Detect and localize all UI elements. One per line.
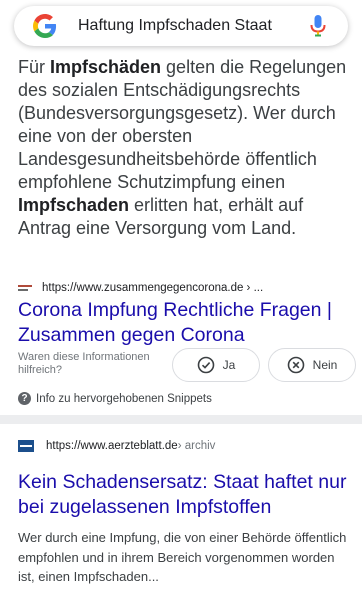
result1-source[interactable]: https://www.zusammengegencorona.de › ... bbox=[18, 282, 263, 294]
result2-title-link[interactable]: Kein Schadensersatz: Staat haftet nur be… bbox=[18, 470, 348, 520]
result2-source[interactable]: https://www.aerzteblatt.de › archiv bbox=[18, 440, 215, 452]
result1-url[interactable]: https://www.zusammengegencorona.de › ... bbox=[42, 282, 263, 294]
result-divider bbox=[0, 415, 362, 424]
result2-path: › archiv bbox=[177, 440, 216, 452]
search-input[interactable]: Haftung Impfschaden Staat bbox=[78, 17, 306, 35]
result2-url[interactable]: https://www.aerzteblatt.de bbox=[46, 440, 178, 452]
check-circle-icon bbox=[197, 356, 214, 374]
feedback-yes-label: Ja bbox=[222, 358, 236, 372]
featured-snippet-text: Für Impfschäden gelten die Regelungen de… bbox=[18, 57, 347, 238]
highlight-term: Impfschäden bbox=[50, 57, 162, 77]
snippet-info-link[interactable]: ? Info zu hervorgehobenen Snippets bbox=[18, 392, 212, 405]
result2-description: Wer durch eine Impfung, die von einer Be… bbox=[18, 530, 347, 584]
google-logo-icon[interactable] bbox=[32, 13, 58, 39]
feedback-no-label: Nein bbox=[312, 358, 338, 372]
feedback-no-button[interactable]: Nein bbox=[268, 348, 356, 382]
search-bar[interactable]: Haftung Impfschaden Staat bbox=[14, 6, 348, 46]
feedback-yes-button[interactable]: Ja bbox=[172, 348, 260, 382]
microphone-icon[interactable] bbox=[306, 14, 330, 38]
result1-title-link[interactable]: Corona Impfung Rechtliche Fragen | Zusam… bbox=[18, 298, 354, 348]
highlight-term: Impfschaden bbox=[18, 195, 130, 215]
site-favicon-icon bbox=[18, 440, 34, 452]
snippet-info-label: Info zu hervorgehobenen Snippets bbox=[36, 392, 212, 405]
help-icon: ? bbox=[18, 392, 31, 405]
feedback-question: Waren diese Informationen hilfreich? bbox=[18, 351, 150, 376]
close-circle-icon bbox=[287, 356, 304, 374]
site-favicon-icon bbox=[18, 283, 32, 293]
search-header: Haftung Impfschaden Staat bbox=[0, 0, 362, 56]
